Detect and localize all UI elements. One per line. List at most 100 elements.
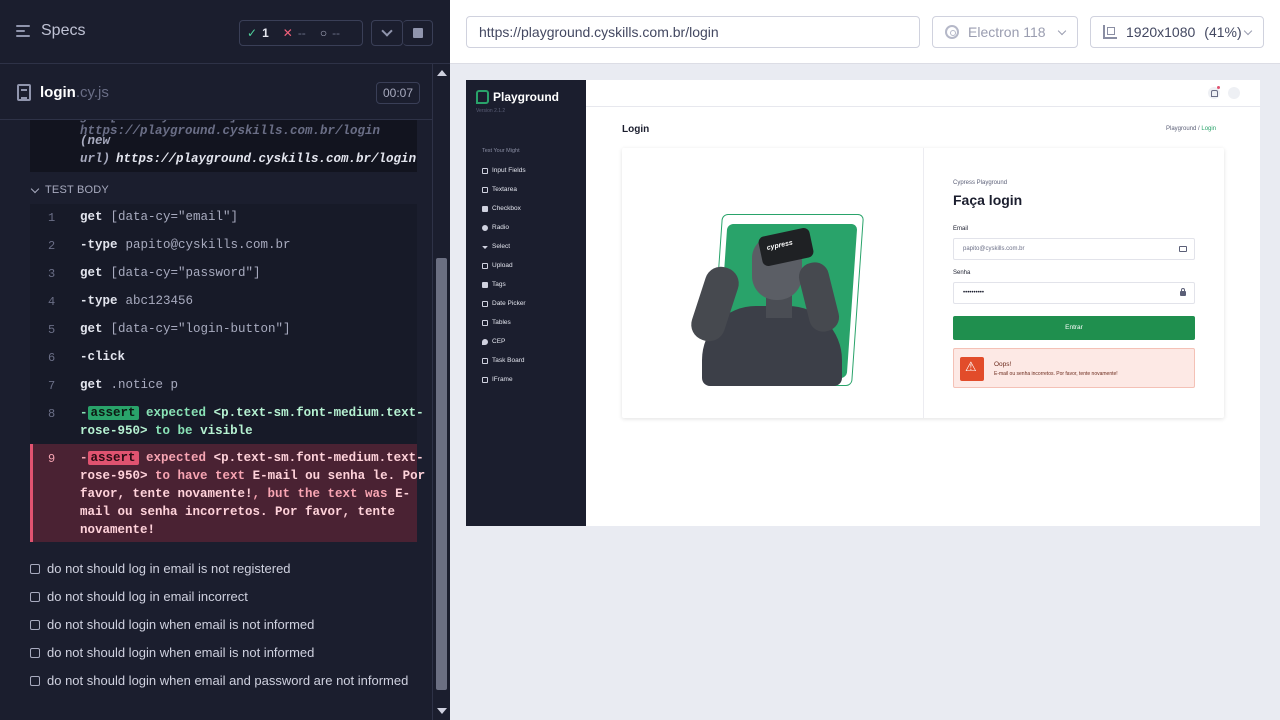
runner-header: Specs ✓ 1 ✕ -- ○ -- bbox=[0, 0, 450, 64]
viewport-selector[interactable]: 1920x1080 (41%) bbox=[1090, 16, 1264, 48]
playground-topbar bbox=[586, 80, 1260, 107]
checkbox-icon bbox=[482, 205, 488, 212]
board-icon bbox=[482, 357, 488, 364]
select-icon bbox=[482, 246, 488, 249]
test-item[interactable]: do not should login when email is not in… bbox=[30, 617, 314, 632]
test-item[interactable]: do not should log in email incorrect bbox=[30, 589, 248, 604]
browser-selector[interactable]: Electron 118 bbox=[932, 16, 1078, 48]
app-under-test: Playground Version 2.1.2 Test Your Might… bbox=[466, 80, 1260, 526]
notification-dot bbox=[1217, 86, 1220, 89]
person-with-vr-headset: cypress bbox=[687, 222, 843, 386]
nav-item-iframe[interactable]: IFrame bbox=[482, 376, 513, 383]
stop-icon bbox=[412, 28, 423, 38]
password-label: Senha bbox=[953, 270, 971, 276]
notice-message: E-mail ou senha incorretos. Por favor, t… bbox=[994, 371, 1118, 377]
spec-duration: 00:07 bbox=[376, 82, 421, 104]
spec-file-row: login.cy.js 00:07 bbox=[0, 64, 432, 120]
notice-title: Oops! bbox=[994, 361, 1012, 368]
browser-icon bbox=[945, 25, 959, 39]
nav-item-checkbox[interactable]: Checkbox bbox=[482, 205, 521, 212]
upload-icon bbox=[482, 262, 488, 269]
specs-label: Specs bbox=[41, 22, 86, 39]
warning-icon bbox=[960, 357, 984, 381]
nav-item-radio[interactable]: Radio bbox=[482, 224, 509, 231]
specs-menu-icon bbox=[16, 23, 32, 39]
login-button[interactable]: Entrar bbox=[953, 316, 1195, 340]
command-row[interactable]: 5 get [data-cy="login-button"] bbox=[30, 316, 417, 344]
aut-url-field[interactable]: https://playground.cyskills.com.br/login bbox=[466, 16, 920, 48]
frame-icon bbox=[482, 376, 488, 383]
login-card: cypress Cypress Playground Faça login Em… bbox=[622, 148, 1224, 418]
test-pending-icon bbox=[30, 647, 40, 658]
pending-stat: ○ -- bbox=[313, 26, 347, 40]
calendar-icon bbox=[482, 300, 488, 307]
assert-badge: assert bbox=[87, 406, 139, 420]
breadcrumb: Playground / Login bbox=[1166, 126, 1216, 132]
cross-icon: ✕ bbox=[282, 26, 293, 40]
nav-item-tables[interactable]: Tables bbox=[482, 319, 511, 326]
command-row[interactable]: 7 get .notice p bbox=[30, 372, 417, 400]
assert-passed-row[interactable]: 8 - assert expected <p.text-sm.font-mediu… bbox=[30, 400, 424, 444]
test-body-toggle[interactable]: TEST BODY bbox=[30, 184, 109, 196]
passed-count: 1 bbox=[262, 26, 269, 40]
test-item[interactable]: do not should login when email is not in… bbox=[30, 645, 314, 660]
nav-item-textarea[interactable]: Textarea bbox=[482, 186, 517, 193]
visit-command[interactable]: get [data-cy="email"] https://playground… bbox=[30, 120, 417, 172]
command-row[interactable]: 3 get [data-cy="password"] bbox=[30, 260, 417, 288]
password-field[interactable]: •••••••••• bbox=[953, 282, 1195, 304]
aut-toolbar: https://playground.cyskills.com.br/login… bbox=[450, 0, 1280, 64]
command-row[interactable]: 1 get [data-cy="email"] bbox=[30, 204, 417, 232]
test-item[interactable]: do not should log in email is not regist… bbox=[30, 561, 291, 576]
test-pending-icon bbox=[30, 675, 40, 686]
form-title: Faça login bbox=[953, 192, 1023, 208]
logout-icon[interactable] bbox=[1228, 87, 1240, 99]
viewport-icon bbox=[1103, 25, 1117, 39]
spec-file-name: login.cy.js bbox=[40, 84, 109, 101]
assert-failed-row[interactable]: 9 - assert expected <p.text-sm.font-mediu… bbox=[30, 444, 425, 542]
nav-item-upload[interactable]: Upload bbox=[482, 262, 513, 269]
stop-button[interactable] bbox=[403, 20, 433, 46]
nav-item-cep[interactable]: CEP bbox=[482, 338, 505, 345]
email-field[interactable]: papito@cyskills.com.br bbox=[953, 238, 1195, 260]
collapse-button[interactable] bbox=[371, 20, 403, 46]
visit-label: (new bbox=[80, 134, 111, 148]
scrollbar-thumb[interactable] bbox=[436, 258, 447, 690]
chevron-down-icon bbox=[1243, 26, 1253, 36]
specs-button[interactable]: Specs bbox=[16, 22, 85, 40]
scroll-up-icon[interactable] bbox=[437, 70, 447, 76]
breadcrumb-root[interactable]: Playground / bbox=[1166, 126, 1200, 132]
pin-icon bbox=[482, 338, 488, 345]
form-kicker: Cypress Playground bbox=[953, 180, 1008, 186]
passed-stat: ✓ 1 bbox=[240, 26, 276, 40]
nav-item-input-fields[interactable]: Input Fields bbox=[482, 167, 526, 174]
vr-headset-icon: cypress bbox=[757, 226, 815, 268]
input-icon bbox=[482, 167, 488, 174]
test-item[interactable]: do not should login when email and passw… bbox=[30, 673, 408, 688]
table-icon bbox=[482, 319, 488, 326]
playground-logo[interactable]: Playground bbox=[476, 90, 559, 104]
card-divider bbox=[923, 148, 924, 418]
playground-logo-icon bbox=[476, 90, 489, 104]
command-log-scrollbar[interactable] bbox=[432, 64, 450, 720]
command-row[interactable]: 6 -click bbox=[30, 344, 417, 372]
page-title: Login bbox=[622, 124, 650, 135]
test-pending-icon bbox=[30, 591, 40, 602]
test-pending-icon bbox=[30, 563, 40, 574]
nav-item-select[interactable]: Select bbox=[482, 243, 510, 250]
check-icon: ✓ bbox=[247, 26, 258, 40]
scroll-down-icon[interactable] bbox=[437, 708, 447, 714]
nav-item-tags[interactable]: Tags bbox=[482, 281, 506, 288]
chevron-down-icon bbox=[1057, 26, 1067, 36]
text-icon bbox=[482, 186, 488, 193]
assert-badge: assert bbox=[87, 451, 139, 465]
command-row[interactable]: 2 -type papito@cyskills.com.br bbox=[30, 232, 417, 260]
nav-item-task-board[interactable]: Task Board bbox=[482, 357, 525, 364]
command-row[interactable]: 4 -type abc123456 bbox=[30, 288, 417, 316]
test-pending-icon bbox=[30, 619, 40, 630]
error-notice: Oops! E-mail ou senha incorretos. Por fa… bbox=[953, 348, 1195, 388]
version-label: Version 2.1.2 bbox=[476, 108, 506, 114]
nav-item-date-picker[interactable]: Date Picker bbox=[482, 300, 526, 307]
breadcrumb-current: Login bbox=[1201, 126, 1217, 132]
failed-count: -- bbox=[297, 26, 306, 40]
lock-icon bbox=[1180, 288, 1186, 296]
